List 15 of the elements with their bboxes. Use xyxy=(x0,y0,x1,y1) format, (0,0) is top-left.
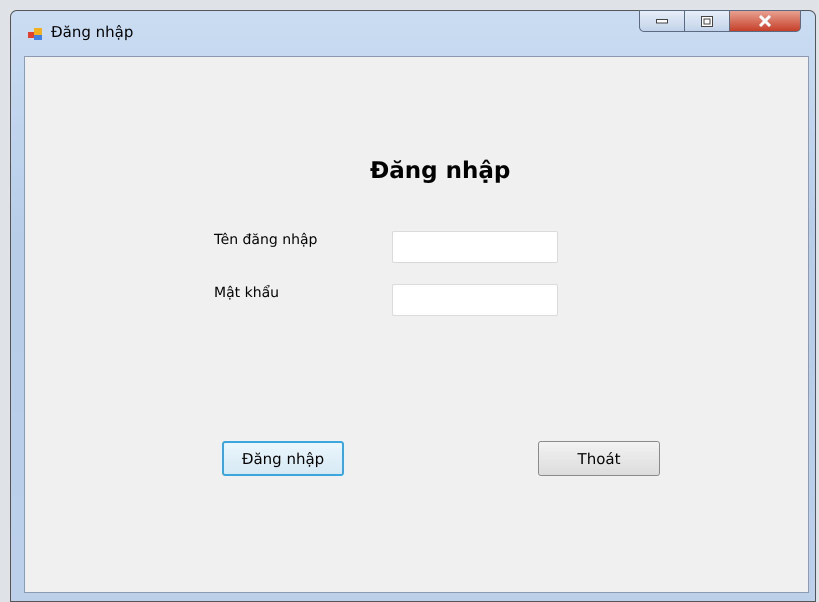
maximize-button[interactable] xyxy=(685,10,730,32)
dialog-button[interactable]: Đăng nhập xyxy=(222,441,344,476)
dialog-button[interactable]: Thoát xyxy=(538,441,660,476)
minimize-button[interactable] xyxy=(639,10,685,32)
app-icon xyxy=(27,26,43,42)
input-field[interactable] xyxy=(392,284,558,316)
restore-icon xyxy=(701,16,713,26)
close-icon xyxy=(758,15,772,27)
minimize-icon xyxy=(656,18,668,24)
field-label: Mật khẩu xyxy=(214,284,280,301)
close-button[interactable] xyxy=(730,10,801,32)
field-label: Tên đăng nhập xyxy=(214,231,318,248)
window-title: Đăng nhập xyxy=(51,23,134,41)
form-heading: Đăng nhập xyxy=(369,158,512,184)
input-field[interactable] xyxy=(392,231,558,263)
